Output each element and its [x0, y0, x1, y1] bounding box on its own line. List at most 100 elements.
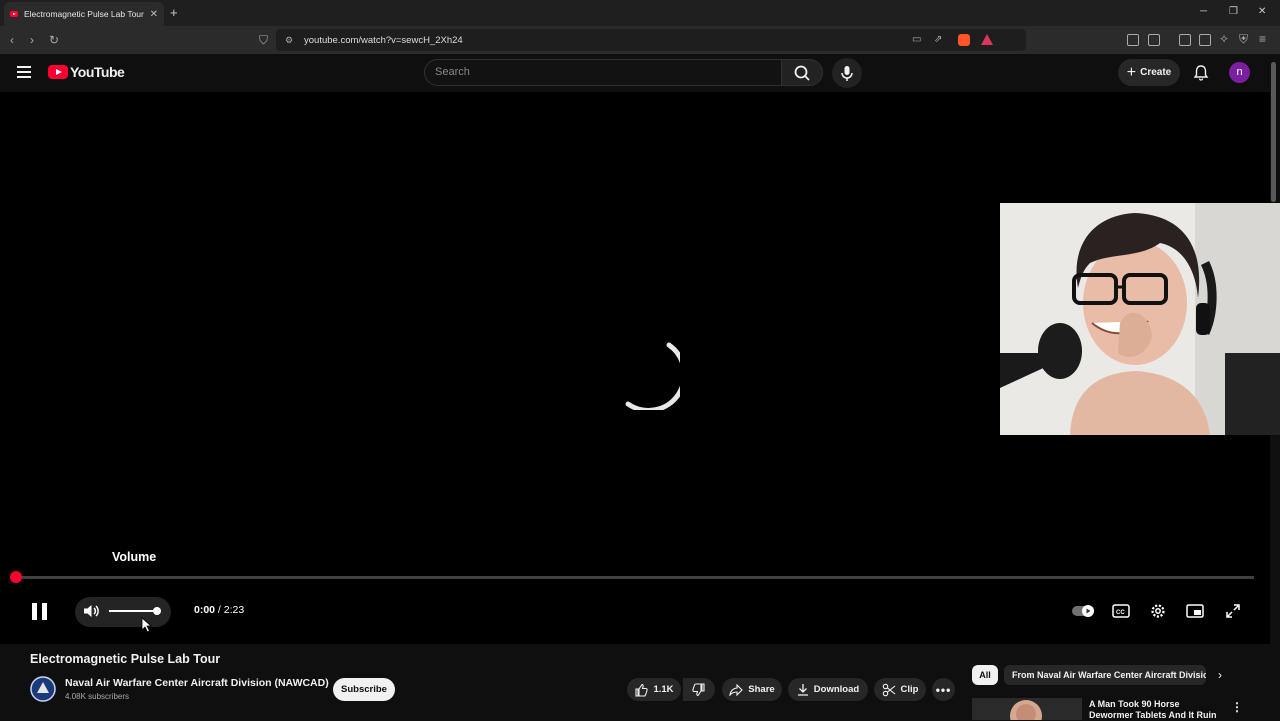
clip-label: Clip — [900, 684, 919, 695]
chip-all[interactable]: All — [972, 665, 998, 685]
browser-tab[interactable]: Electromagnetic Pulse Lab Tour ✕ — [4, 2, 164, 26]
pause-button[interactable] — [32, 603, 48, 620]
forward-icon[interactable]: › — [30, 33, 34, 47]
pause-icon-bar — [42, 603, 47, 620]
chip-from-channel[interactable]: From Naval Air Warfare Center Aircraft D… — [1004, 665, 1206, 685]
vpn-icon[interactable]: ⛨ — [1239, 32, 1248, 47]
thumbnail-image — [972, 698, 1082, 720]
url-text: youtube.com/watch?v=sewcH_2Xh24 — [304, 34, 463, 46]
volume-slider[interactable] — [109, 610, 157, 612]
close-window-icon[interactable]: ✕ — [1258, 6, 1266, 17]
current-time: 0:00 — [194, 604, 216, 616]
captions-button[interactable]: CC — [1112, 603, 1130, 624]
leo-ai-icon[interactable]: ✧ — [1219, 32, 1229, 46]
reload-icon[interactable]: ↻ — [49, 33, 59, 47]
autoplay-icon — [1072, 605, 1094, 617]
volume-slider-handle[interactable] — [153, 607, 161, 615]
clip-button[interactable]: Clip — [874, 678, 926, 701]
duration: 2:23 — [223, 604, 245, 616]
share-button[interactable]: Share — [722, 678, 782, 701]
youtube-logo[interactable]: YouTube — [48, 64, 125, 80]
youtube-masthead: YouTube Search + Create n — [0, 54, 1280, 92]
download-button[interactable]: Download — [788, 678, 868, 701]
search-input[interactable]: Search — [424, 59, 782, 86]
brave-shield-icon[interactable] — [958, 34, 970, 46]
more-vertical-icon[interactable]: ⋮ — [1231, 700, 1243, 714]
channel-avatar[interactable] — [30, 676, 56, 702]
time-display: 0:00 / 2:23 — [194, 604, 245, 616]
site-info-icon[interactable]: ⚙ — [285, 35, 293, 46]
download-icon — [797, 684, 808, 696]
video-title: Electromagnetic Pulse Lab Tour — [30, 652, 221, 666]
brave-rewards-icon[interactable] — [981, 34, 993, 45]
browser-tab-bar: Electromagnetic Pulse Lab Tour ✕ + ─ ❐ ✕ — [0, 0, 1280, 26]
plus-icon: + — [1126, 63, 1137, 81]
webcam-overlay — [1000, 203, 1280, 435]
recommendation-thumbnail[interactable] — [972, 698, 1082, 720]
mouse-cursor — [141, 617, 153, 638]
create-label: Create — [1140, 67, 1172, 78]
youtube-play-icon — [48, 65, 68, 79]
extensions-icon[interactable] — [1127, 34, 1139, 46]
volume-tooltip: Volume — [112, 550, 157, 564]
tab-search-icon[interactable] — [1199, 34, 1211, 46]
gear-icon — [1151, 604, 1165, 618]
subscriber-count: 4.08K subscribers — [65, 692, 130, 701]
logo-text: YouTube — [70, 64, 125, 80]
microphone-icon — [841, 66, 853, 81]
miniplayer-button[interactable] — [1186, 603, 1204, 624]
back-icon[interactable]: ‹ — [10, 33, 14, 47]
search-icon — [794, 65, 810, 81]
like-count: 1.1K — [653, 684, 674, 695]
pause-icon — [32, 603, 37, 620]
settings-button[interactable] — [1150, 603, 1166, 624]
cursor-icon — [141, 617, 153, 633]
webcam-person-image — [1000, 203, 1280, 435]
account-avatar[interactable]: n — [1229, 62, 1250, 83]
new-tab-icon[interactable]: + — [170, 5, 178, 20]
sidebar-icon[interactable] — [1179, 34, 1191, 46]
download-label: Download — [813, 684, 860, 695]
volume-icon — [84, 605, 99, 617]
minimize-icon[interactable]: ─ — [1200, 6, 1207, 17]
notifications-button[interactable] — [1193, 64, 1209, 86]
voice-search-button[interactable] — [832, 58, 862, 88]
channel-name[interactable]: Naval Air Warfare Center Aircraft Divisi… — [65, 677, 329, 689]
tab-title: Electromagnetic Pulse Lab Tour — [24, 9, 144, 19]
bookmark-icon[interactable]: ⛉ — [259, 33, 268, 48]
loading-spinner-icon — [625, 342, 680, 410]
page-scrollbar[interactable] — [1271, 62, 1276, 202]
subscribe-button[interactable]: Subscribe — [333, 678, 395, 701]
like-button[interactable]: 1.1K — [627, 678, 681, 701]
progress-bar[interactable] — [14, 576, 1254, 579]
youtube-favicon-icon — [10, 11, 18, 17]
tab-close-icon[interactable]: ✕ — [150, 9, 158, 20]
autoplay-toggle[interactable] — [1072, 604, 1096, 623]
cast-icon[interactable]: ▭ — [912, 34, 921, 45]
create-button[interactable]: + Create — [1118, 59, 1180, 86]
fullscreen-icon — [1226, 604, 1240, 618]
share-icon — [729, 683, 744, 696]
browser-menu-icon[interactable]: ≡ — [1259, 32, 1266, 46]
mute-button[interactable] — [82, 603, 100, 624]
thumbs-up-icon — [635, 683, 649, 697]
restore-icon[interactable]: ❐ — [1229, 6, 1238, 17]
scrubber-handle[interactable] — [10, 571, 22, 583]
share-label: Share — [748, 684, 775, 695]
guide-menu-icon[interactable] — [17, 66, 31, 78]
channel-logo-icon — [30, 676, 56, 702]
share-page-icon[interactable]: ⇗ — [934, 34, 942, 45]
wallet-icon[interactable] — [1148, 34, 1160, 46]
search-button[interactable] — [781, 59, 823, 86]
svg-text:CC: CC — [1116, 610, 1125, 616]
miniplayer-icon — [1186, 604, 1204, 618]
dislike-button[interactable] — [683, 678, 715, 701]
browser-toolbar: ‹ › ↻ ⛉ youtube.com/watch?v=sewcH_2Xh24 … — [0, 26, 1280, 54]
thumbs-down-icon — [692, 682, 705, 696]
recommendation-title[interactable]: A Man Took 90 Horse Dewormer Tablets And… — [1089, 699, 1219, 721]
chevron-right-icon[interactable]: › — [1218, 668, 1222, 682]
fullscreen-button[interactable] — [1225, 603, 1241, 624]
more-horizontal-icon: ••• — [935, 682, 952, 697]
scissors-icon — [882, 683, 895, 696]
more-actions-button[interactable]: ••• — [932, 678, 955, 701]
